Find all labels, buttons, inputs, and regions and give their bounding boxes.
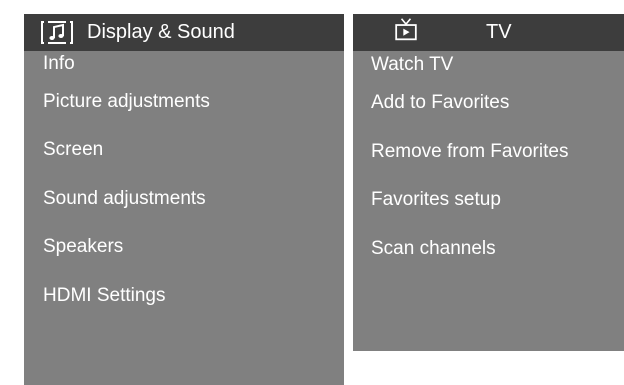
tv-panel: TV Watch TV Add to Favorites Remove from… (353, 14, 624, 351)
menu-item-add-to-favorites[interactable]: Add to Favorites (353, 79, 624, 128)
tv-header: TV (353, 14, 624, 51)
display-sound-header: Display & Sound (24, 14, 344, 51)
menu-item-picture-adjustments[interactable]: Picture adjustments (24, 78, 344, 126)
music-note-icon (41, 21, 73, 44)
display-sound-title: Display & Sound (87, 21, 235, 43)
tv-icon (395, 18, 417, 41)
menu-item-remove-from-favorites[interactable]: Remove from Favorites (353, 128, 624, 177)
menu-item-info[interactable]: Info (24, 50, 344, 78)
menu-item-sound-adjustments[interactable]: Sound adjustments (24, 175, 344, 223)
menu-item-screen[interactable]: Screen (24, 126, 344, 174)
menu-item-scan-channels[interactable]: Scan channels (353, 225, 624, 274)
display-sound-menu: Info Picture adjustments Screen Sound ad… (24, 50, 344, 320)
tv-title: TV (486, 21, 512, 43)
display-sound-panel: Display & Sound Info Picture adjustments… (24, 14, 344, 385)
tv-menu: Watch TV Add to Favorites Remove from Fa… (353, 51, 624, 273)
menu-item-hdmi-settings[interactable]: HDMI Settings (24, 272, 344, 320)
menu-item-favorites-setup[interactable]: Favorites setup (353, 176, 624, 225)
menu-item-watch-tv[interactable]: Watch TV (353, 51, 624, 79)
menu-item-speakers[interactable]: Speakers (24, 223, 344, 271)
